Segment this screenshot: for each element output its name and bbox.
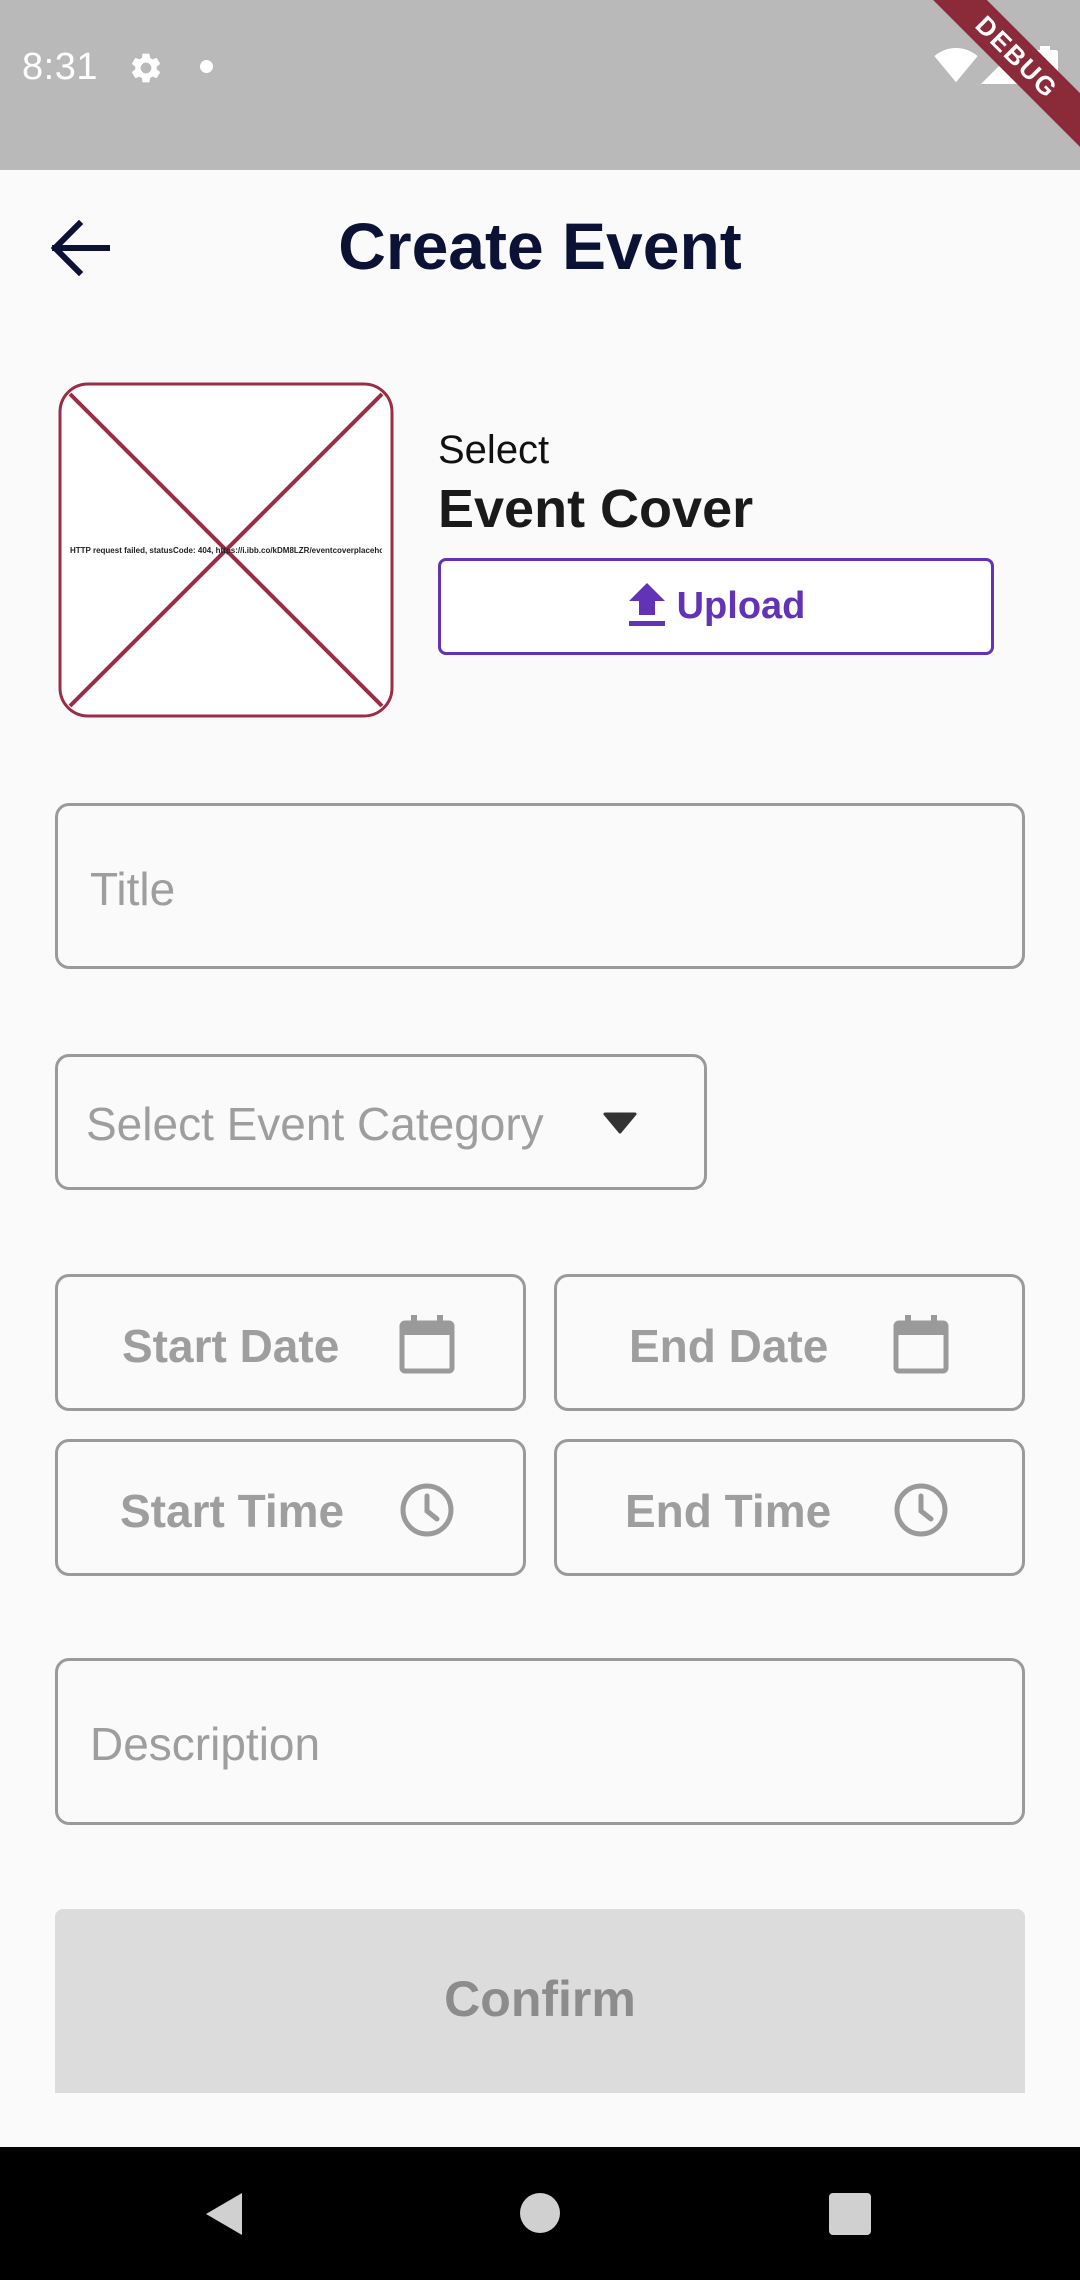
wifi-icon bbox=[934, 48, 978, 83]
page-title: Create Event bbox=[338, 209, 742, 283]
event-cover-label: Event Cover bbox=[438, 479, 754, 539]
title-input[interactable]: Title bbox=[55, 803, 1025, 969]
select-label: Select bbox=[438, 428, 550, 472]
calendar-icon bbox=[399, 1315, 455, 1374]
title-placeholder: Title bbox=[90, 863, 176, 915]
event-cover-image[interactable]: HTTP request failed, statusCode: 404, ht… bbox=[58, 382, 394, 718]
upload-label: Upload bbox=[676, 585, 806, 627]
end-date-field[interactable]: End Date bbox=[554, 1274, 1025, 1411]
settings-icon bbox=[131, 53, 161, 83]
description-placeholder: Description bbox=[90, 1718, 321, 1770]
start-date-placeholder: Start Date bbox=[122, 1320, 340, 1372]
nav-recents-icon[interactable] bbox=[829, 2193, 871, 2235]
upload-button[interactable]: Upload bbox=[438, 558, 994, 655]
status-bar: 8:31 DEBUG bbox=[0, 0, 1080, 170]
status-time: 8:31 bbox=[22, 46, 98, 88]
nav-back-icon[interactable] bbox=[204, 2191, 244, 2237]
confirm-button[interactable]: Confirm bbox=[55, 1909, 1025, 2093]
notification-dot-icon bbox=[200, 60, 213, 73]
clock-icon bbox=[894, 1483, 948, 1537]
upload-icon bbox=[628, 582, 665, 626]
category-placeholder: Select Event Category bbox=[86, 1098, 544, 1150]
start-date-field[interactable]: Start Date bbox=[55, 1274, 526, 1411]
system-navigation-bar bbox=[0, 2147, 1080, 2280]
start-time-field[interactable]: Start Time bbox=[55, 1439, 526, 1576]
end-time-field[interactable]: End Time bbox=[554, 1439, 1025, 1576]
start-time-placeholder: Start Time bbox=[120, 1485, 345, 1537]
end-date-placeholder: End Date bbox=[629, 1320, 829, 1372]
calendar-icon bbox=[893, 1315, 949, 1374]
nav-home-icon[interactable] bbox=[520, 2193, 560, 2233]
event-category-dropdown[interactable]: Select Event Category bbox=[55, 1054, 707, 1190]
end-time-placeholder: End Time bbox=[625, 1485, 832, 1537]
caret-down-icon bbox=[603, 1112, 637, 1134]
description-input[interactable]: Description bbox=[55, 1658, 1025, 1825]
confirm-label: Confirm bbox=[444, 1971, 636, 2027]
image-error-text: HTTP request failed, statusCode: 404, ht… bbox=[70, 546, 382, 555]
clock-icon bbox=[400, 1483, 454, 1537]
